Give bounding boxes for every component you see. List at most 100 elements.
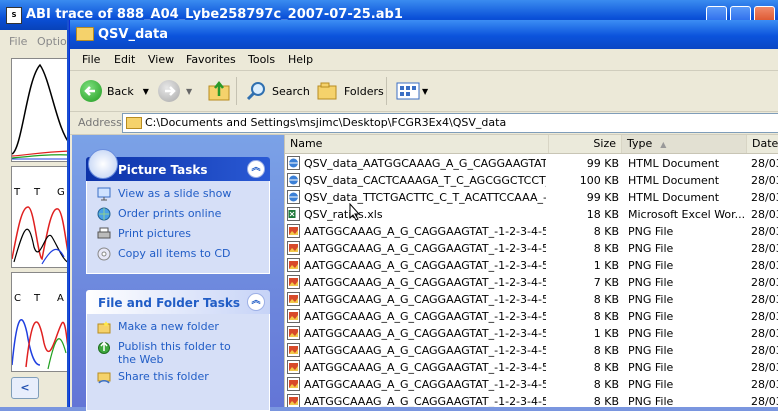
file-name: AATGGCAAAG_A_G_CAGGAAGTAT_-1-2-3-4-5-...	[304, 276, 546, 289]
column-type[interactable]: Type ▲	[622, 135, 747, 153]
file-row[interactable]: AATGGCAAAG_A_G_CAGGAAGTAT_-1-2-3-4-5-...…	[285, 325, 778, 342]
png-icon	[287, 292, 300, 306]
file-row[interactable]: QSV_data_AATGGCAAAG_A_G_CAGGAAGTAT_... 99…	[285, 155, 778, 172]
file-date: 28/03	[751, 208, 778, 221]
file-size: 8 KB	[593, 344, 619, 357]
trace-panel-2: T T G	[11, 166, 71, 268]
picture-tasks-icon	[88, 149, 118, 179]
file-date: 28/03	[751, 361, 778, 374]
address-input[interactable]: C:\Documents and Settings\msjimc\Desktop…	[122, 113, 778, 133]
trace-base-label: T	[34, 187, 41, 198]
menu-file[interactable]: File	[82, 53, 100, 66]
png-icon	[287, 241, 300, 255]
collapse-chevron-icon[interactable]: ︽	[247, 160, 265, 178]
file-row[interactable]: AATGGCAAAG_A_G_CAGGAAGTAT_-1-2-3-4-5-...…	[285, 308, 778, 325]
collapse-chevron-icon[interactable]: ︽	[247, 293, 265, 311]
file-type: PNG File	[628, 293, 674, 306]
png-icon	[287, 326, 300, 340]
dropdown-arrow-icon[interactable]: ▼	[422, 87, 428, 96]
dropdown-arrow-icon[interactable]: ▼	[186, 87, 192, 96]
file-name: AATGGCAAAG_A_G_CAGGAAGTAT_-1-2-3-4-5-...	[304, 344, 546, 357]
file-size: 100 KB	[579, 174, 619, 187]
file-row[interactable]: AATGGCAAAG_A_G_CAGGAAGTAT_-1-2-3-4-5-...…	[285, 274, 778, 291]
explorer-window: QSV_data File Edit View Favorites Tools …	[69, 20, 778, 411]
file-size: 8 KB	[593, 361, 619, 374]
trace-base-label: A	[57, 293, 64, 304]
file-row[interactable]: AATGGCAAAG_A_G_CAGGAAGTAT_-1-2-3-4-5-...…	[285, 291, 778, 308]
search-button[interactable]: Search	[246, 80, 310, 102]
abi-app-icon: S	[6, 7, 22, 24]
file-name: AATGGCAAAG_A_G_CAGGAAGTAT_-1-2-3-4-5-...	[304, 293, 546, 306]
task-order-prints[interactable]: Order prints online	[87, 207, 269, 227]
column-name[interactable]: Name	[285, 135, 549, 153]
file-row[interactable]: AATGGCAAAG_A_G_CAGGAAGTAT_-1-2-3-4-5-...…	[285, 393, 778, 407]
file-row[interactable]: QSV_data_CACTCAAAGA_T_C_AGCGGCTCCT_-... 1…	[285, 172, 778, 189]
file-row[interactable]: AATGGCAAAG_A_G_CAGGAAGTAT_-1-2-3-4-5-...…	[285, 359, 778, 376]
file-date: 28/03	[751, 276, 778, 289]
file-row[interactable]: AATGGCAAAG_A_G_CAGGAAGTAT_-1-2-3-4-5-...…	[285, 342, 778, 359]
menu-tools[interactable]: Tools	[248, 53, 275, 66]
explorer-window-title: QSV_data	[98, 27, 169, 42]
explorer-titlebar[interactable]: QSV_data	[70, 20, 778, 49]
task-copy-to-cd[interactable]: Copy all items to CD	[87, 247, 269, 267]
back-arrow-icon	[80, 80, 102, 102]
file-type: HTML Document	[628, 191, 720, 204]
menu-edit[interactable]: Edit	[114, 53, 135, 66]
file-row[interactable]: AATGGCAAAG_A_G_CAGGAAGTAT_-1-2-3-4-5-...…	[285, 376, 778, 393]
abi-menu-file[interactable]: File	[9, 35, 27, 48]
trace-base-label: T	[34, 293, 41, 304]
menu-help[interactable]: Help	[288, 53, 313, 66]
file-date: 28/03	[751, 310, 778, 323]
views-button[interactable]: ▼	[396, 80, 428, 102]
file-name: AATGGCAAAG_A_G_CAGGAAGTAT_-1-2-3-4-5-...	[304, 378, 546, 391]
file-row[interactable]: AATGGCAAAG_A_G_CAGGAAGTAT_-1-2-3-4-5-...…	[285, 257, 778, 274]
file-name: QSV_ratios.xls	[304, 208, 383, 221]
picture-tasks-header[interactable]: Picture Tasks ︽	[86, 149, 270, 181]
file-size: 7 KB	[593, 276, 619, 289]
file-date: 28/03	[751, 378, 778, 391]
printer-icon	[97, 227, 111, 239]
menu-view[interactable]: View	[148, 53, 174, 66]
toolbar-separator	[386, 77, 387, 105]
file-list: Name Size Type ▲ Date QSV_data_AATGGCAAAG…	[284, 135, 778, 407]
file-name: AATGGCAAAG_A_G_CAGGAAGTAT_-1-2-3-4-5-...	[304, 225, 546, 238]
file-name: AATGGCAAAG_A_G_CAGGAAGTAT_-1-2-3-4-5-...	[304, 310, 546, 323]
mouse-cursor-icon	[349, 203, 361, 221]
file-tasks-header[interactable]: File and Folder Tasks ︽	[86, 290, 270, 314]
task-view-slideshow[interactable]: View as a slide show	[87, 187, 269, 207]
html-icon	[287, 190, 300, 204]
file-type: PNG File	[628, 327, 674, 340]
scroll-left-button[interactable]: <	[11, 377, 39, 399]
trace-graph-1	[12, 63, 70, 160]
file-size: 1 KB	[593, 327, 619, 340]
share-folder-icon	[97, 372, 111, 384]
column-size[interactable]: Size	[549, 135, 622, 153]
file-type: PNG File	[628, 378, 674, 391]
folders-button[interactable]: Folders	[316, 80, 384, 102]
menu-favorites[interactable]: Favorites	[186, 53, 236, 66]
abi-menubar: File Option	[0, 32, 74, 52]
file-date: 28/03	[751, 191, 778, 204]
png-icon	[287, 343, 300, 357]
up-folder-button[interactable]	[208, 80, 232, 102]
task-publish-web[interactable]: Publish this folder to the Web	[87, 340, 269, 370]
folder-icon	[76, 27, 94, 41]
task-label: Make a new folder	[118, 320, 219, 333]
file-type: Microsoft Excel Wor...	[628, 208, 746, 221]
forward-button[interactable]: ▼	[158, 80, 192, 102]
task-share-folder[interactable]: Share this folder	[87, 370, 269, 390]
png-icon	[287, 224, 300, 238]
file-size: 99 KB	[586, 157, 619, 170]
file-row[interactable]: AATGGCAAAG_A_G_CAGGAAGTAT_-1-2-3-4-5-...…	[285, 240, 778, 257]
file-name: QSV_data_TTCTGACTTC_C_T_ACATTCCAAA_-...	[304, 191, 546, 204]
back-button[interactable]: Back ▼	[80, 80, 149, 102]
trace-graph-2	[12, 206, 70, 265]
file-row[interactable]: AATGGCAAAG_A_G_CAGGAAGTAT_-1-2-3-4-5-...…	[285, 223, 778, 240]
task-print-pictures[interactable]: Print pictures	[87, 227, 269, 247]
column-date[interactable]: Date	[747, 135, 778, 153]
task-label: Order prints online	[118, 207, 222, 220]
trace-graph-3	[12, 319, 70, 370]
task-label: View as a slide show	[118, 187, 232, 200]
task-new-folder[interactable]: Make a new folder	[87, 320, 269, 340]
dropdown-arrow-icon[interactable]: ▼	[143, 87, 149, 96]
